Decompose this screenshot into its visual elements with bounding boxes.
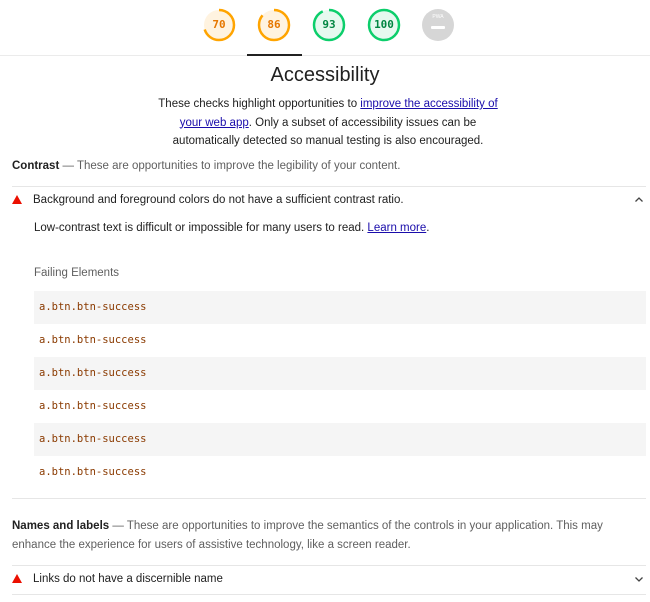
- node-selector: a.btn.btn-success: [39, 400, 147, 412]
- gauge-performance-value: 70: [212, 18, 226, 31]
- chevron-down-icon[interactable]: [634, 574, 644, 584]
- learn-more-link[interactable]: Learn more: [367, 222, 426, 234]
- gauge-best-practices[interactable]: 93: [312, 8, 346, 42]
- gauge-performance[interactable]: 70: [202, 8, 236, 42]
- failing-node-row: a.btn.btn-success: [34, 357, 646, 390]
- audit-link-name[interactable]: Links do not have a discernible name: [12, 566, 646, 593]
- category-description: These checks highlight opportunities to …: [150, 95, 506, 151]
- score-gauges: 70 86 93 100 PWA: [0, 0, 650, 56]
- gauge-seo[interactable]: 100: [367, 8, 401, 42]
- node-selector: a.btn.btn-success: [39, 334, 147, 346]
- divider: [12, 498, 646, 499]
- node-selector: a.btn.btn-success: [39, 301, 147, 313]
- group-separator: —: [109, 520, 127, 532]
- audit-color-contrast[interactable]: Background and foreground colors do not …: [12, 187, 646, 214]
- audit-title: Background and foreground colors do not …: [33, 194, 404, 206]
- contrast-group-name: Contrast: [12, 160, 60, 172]
- gauge-seo-value: 100: [374, 18, 394, 31]
- names-group-name: Names and labels: [12, 520, 110, 532]
- contrast-group-header: Contrast — These are opportunities to im…: [12, 157, 638, 176]
- node-selector: a.btn.btn-success: [39, 433, 147, 445]
- failing-elements-header: Failing Elements: [34, 267, 120, 279]
- node-selector: a.btn.btn-success: [39, 466, 147, 478]
- active-gauge-indicator: [247, 54, 302, 56]
- category-title: Accessibility: [270, 64, 380, 86]
- audit-title: Links do not have a discernible name: [33, 573, 223, 585]
- gauge-accessibility-value: 86: [267, 18, 281, 31]
- contrast-group-desc: These are opportunities to improve the l…: [76, 160, 401, 172]
- node-selector: a.btn.btn-success: [39, 367, 147, 379]
- audit-desc-text: Low-contrast text is difficult or imposs…: [34, 222, 368, 234]
- failing-node-row: a.btn.btn-success: [34, 291, 646, 324]
- gauge-pwa-label: PWA: [432, 14, 444, 20]
- failing-node-row: a.btn.btn-success: [34, 456, 646, 489]
- gauge-accessibility[interactable]: 86: [257, 8, 291, 42]
- audit-desc-end: .: [426, 222, 430, 234]
- category-desc-text: These checks highlight opportunities to: [158, 98, 361, 110]
- audit-description: Low-contrast text is difficult or imposs…: [34, 222, 429, 234]
- pwa-dash-icon: [431, 26, 445, 29]
- names-labels-group-header: Names and labels — These are opportuniti…: [12, 517, 638, 555]
- failing-node-row: a.btn.btn-success: [34, 390, 646, 423]
- fail-triangle-icon: [12, 195, 22, 204]
- gauge-best-practices-value: 93: [322, 18, 336, 31]
- chevron-up-icon[interactable]: [634, 195, 644, 205]
- gauge-pwa[interactable]: PWA: [421, 8, 455, 42]
- fail-triangle-icon: [12, 574, 22, 583]
- divider: [12, 594, 646, 595]
- failing-node-row: a.btn.btn-success: [34, 324, 646, 357]
- group-separator: —: [59, 160, 77, 172]
- failing-node-row: a.btn.btn-success: [34, 423, 646, 456]
